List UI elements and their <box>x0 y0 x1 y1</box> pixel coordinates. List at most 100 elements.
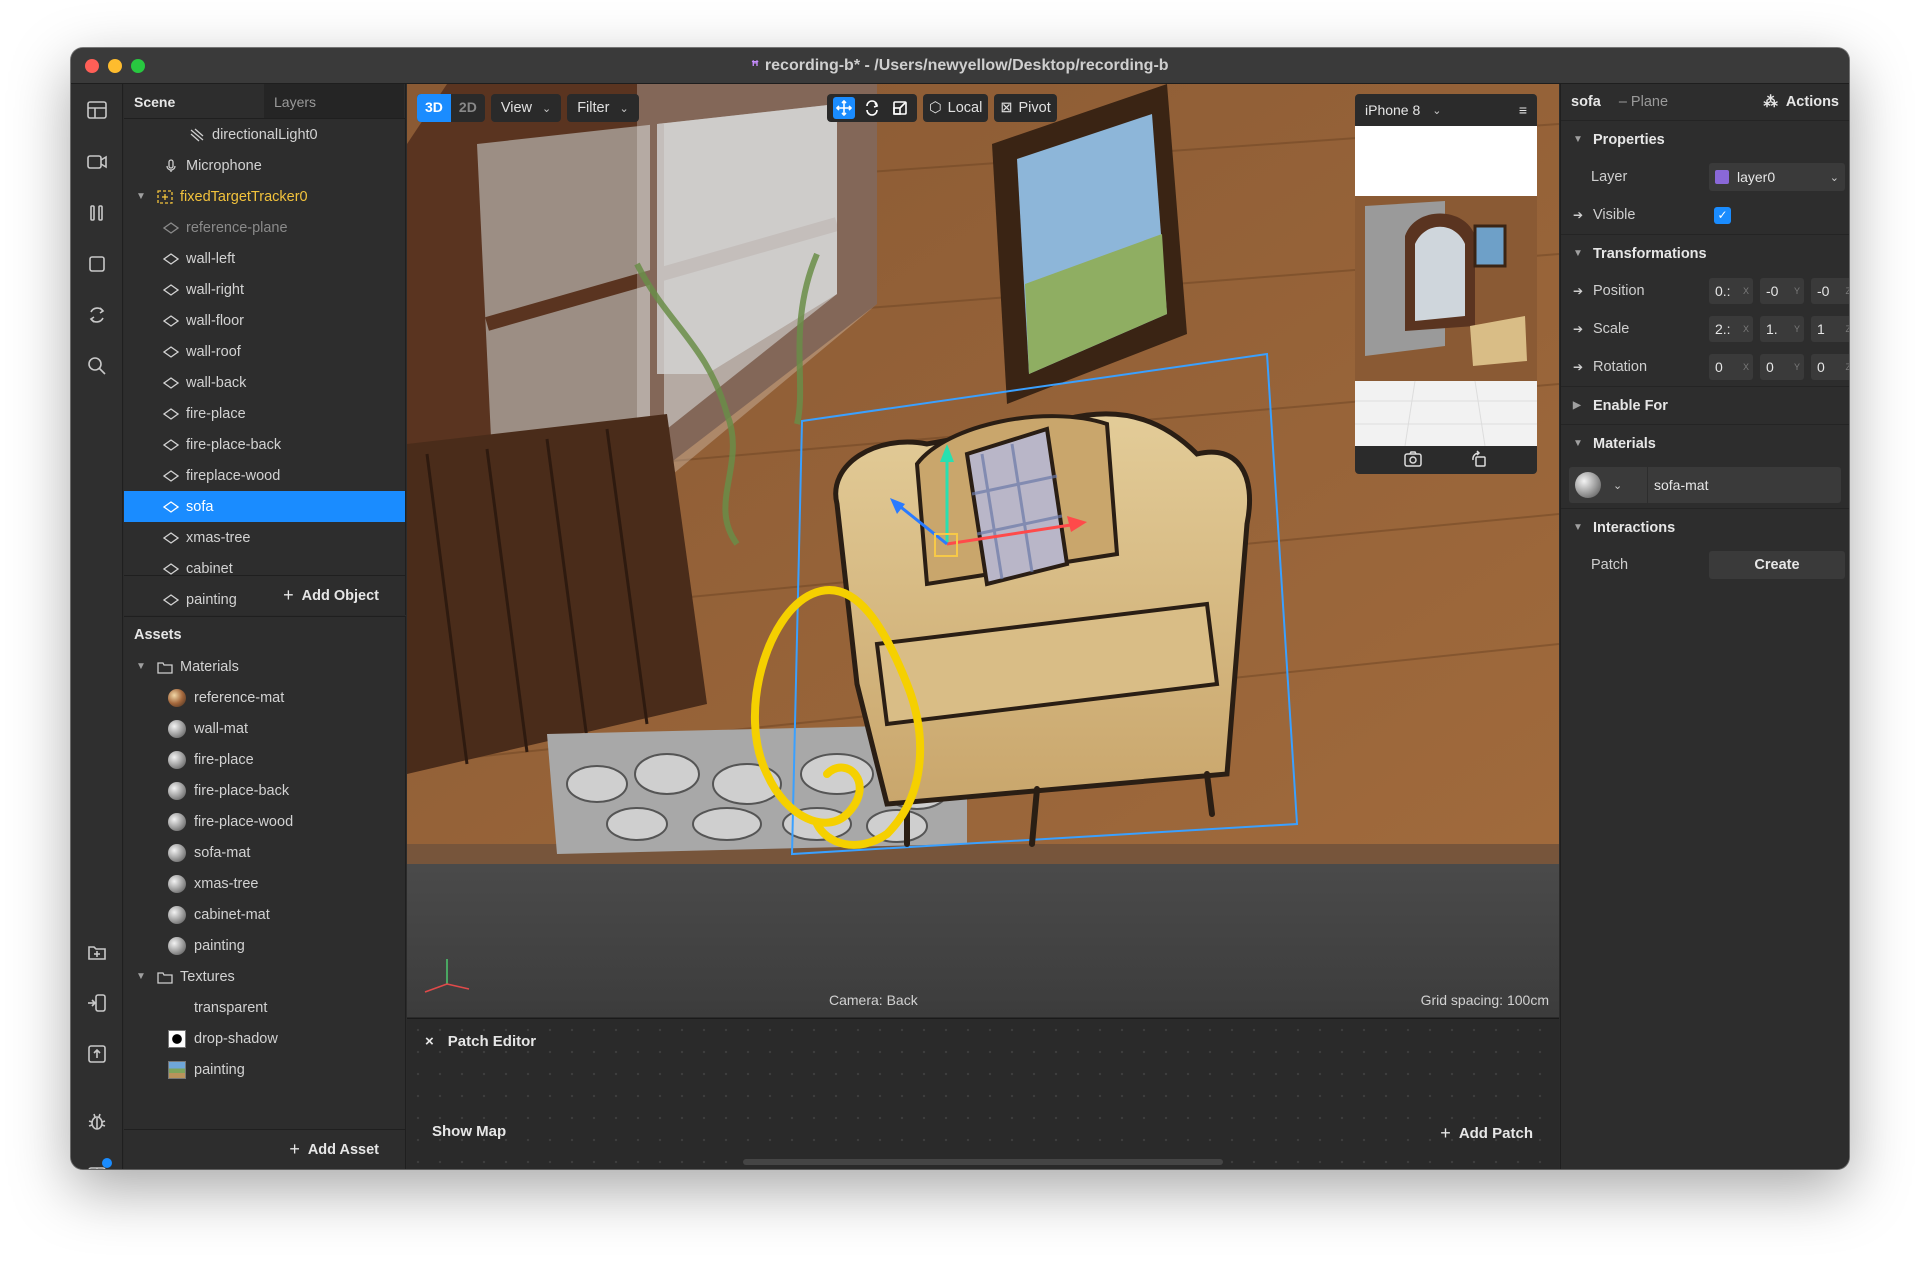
filter-dropdown[interactable]: Filter ⌄ <box>567 94 639 122</box>
scene-item-fireplace-wood[interactable]: fireplace-wood <box>124 460 405 491</box>
section-enable-for[interactable]: ▶ Enable For <box>1561 386 1849 424</box>
add-patch-button[interactable]: + Add Patch <box>1440 1123 1533 1144</box>
asset-item-reference-mat[interactable]: reference-mat <box>124 682 405 713</box>
close-window-button[interactable] <box>85 59 99 73</box>
close-icon[interactable]: × <box>425 1033 434 1050</box>
arrow-right-icon[interactable]: ➔ <box>1573 284 1583 298</box>
mode-3d-button[interactable]: 3D <box>417 94 451 122</box>
maximize-window-button[interactable] <box>131 59 145 73</box>
material-name-field[interactable]: sofa-mat <box>1647 467 1841 503</box>
move-tool-icon[interactable] <box>833 97 855 119</box>
add-file-icon[interactable] <box>85 940 109 964</box>
actions-button[interactable]: ⁂ Actions <box>1763 94 1839 110</box>
pause-icon[interactable] <box>85 201 109 225</box>
asset-item-Materials[interactable]: ▼ Materials <box>124 651 405 682</box>
expand-triangle-icon[interactable]: ▼ <box>136 191 146 202</box>
video-icon[interactable] <box>85 150 109 174</box>
asset-item-painting[interactable]: painting <box>124 930 405 961</box>
screenshot-icon[interactable] <box>1403 450 1423 471</box>
visible-checkbox[interactable]: ✓ <box>1714 206 1731 224</box>
arrow-right-icon[interactable]: ➔ <box>1573 208 1583 222</box>
asset-item-cabinet-mat[interactable]: cabinet-mat <box>124 899 405 930</box>
scene-item-xmas-tree[interactable]: xmas-tree <box>124 522 405 553</box>
upload-icon[interactable] <box>85 1042 109 1066</box>
section-interactions-title: Interactions <box>1593 519 1676 536</box>
scale-tool-icon[interactable] <box>889 97 911 119</box>
expand-triangle-icon[interactable]: ▼ <box>136 971 146 982</box>
scene-item-wall-back[interactable]: wall-back <box>124 367 405 398</box>
pivot-toggle[interactable]: ⊠ Pivot <box>994 94 1057 122</box>
device-import-icon[interactable] <box>85 991 109 1015</box>
asset-item-fire-place-back[interactable]: fire-place-back <box>124 775 405 806</box>
section-transformations[interactable]: ▼ Transformations <box>1561 234 1849 272</box>
layer-select[interactable]: layer0 ⌄ <box>1709 163 1845 191</box>
layout-icon[interactable] <box>85 98 109 122</box>
asset-item-xmas-tree[interactable]: xmas-tree <box>124 868 405 899</box>
scale-z-field[interactable]: 1Z <box>1811 316 1849 342</box>
position-z-field[interactable]: -0 Z <box>1811 278 1849 304</box>
expand-triangle-icon[interactable]: ▼ <box>136 661 146 672</box>
minimize-window-button[interactable] <box>108 59 122 73</box>
device-selector[interactable]: iPhone 8 ⌄ ≡ <box>1355 94 1537 126</box>
view-dropdown[interactable]: View ⌄ <box>490 94 562 122</box>
create-patch-button[interactable]: Create <box>1709 551 1845 579</box>
add-asset-label: Add Asset <box>307 1141 379 1158</box>
axis-x-label: X <box>1742 324 1749 334</box>
rotate-device-icon[interactable] <box>1469 449 1489 471</box>
material-picker[interactable]: ⌄ <box>1569 467 1647 503</box>
stop-icon[interactable] <box>85 252 109 276</box>
scene-item-sofa[interactable]: sofa <box>124 491 405 522</box>
add-object-button[interactable]: + Add Object <box>124 575 405 615</box>
scene-item-wall-right[interactable]: wall-right <box>124 274 405 305</box>
preview-controls <box>1355 446 1537 474</box>
assets-panel: Assets ▼ Materials reference-mat wall-mat fi… <box>124 616 406 1169</box>
scene-item-fixedTargetTracker0[interactable]: ▼ fixedTargetTracker0 <box>124 181 405 212</box>
refresh-icon[interactable] <box>85 303 109 327</box>
position-x-field[interactable]: 0.: X <box>1709 278 1753 304</box>
scene-viewport[interactable]: 3D 2D View ⌄ Filter ⌄ ⬡ Local ⊠ Pivot iP… <box>407 84 1559 1017</box>
rotation-y-field[interactable]: 0Y <box>1760 354 1804 380</box>
asset-item-sofa-mat[interactable]: sofa-mat <box>124 837 405 868</box>
rotate-tool-icon[interactable] <box>861 97 883 119</box>
scene-item-wall-roof[interactable]: wall-roof <box>124 336 405 367</box>
cube-icon: ⬡ <box>929 100 942 116</box>
bug-icon[interactable] <box>85 1110 109 1134</box>
plane-icon <box>162 252 180 266</box>
asset-item-wall-mat[interactable]: wall-mat <box>124 713 405 744</box>
menu-icon[interactable]: ≡ <box>1519 102 1527 118</box>
scene-item-wall-left[interactable]: wall-left <box>124 243 405 274</box>
arrow-right-icon[interactable]: ➔ <box>1573 322 1583 336</box>
patch-editor[interactable]: × Patch Editor Show Map + Add Patch <box>407 1018 1559 1169</box>
scene-item-fire-place[interactable]: fire-place <box>124 398 405 429</box>
asset-item-painting[interactable]: painting <box>124 1054 405 1085</box>
tab-scene[interactable]: Scene <box>124 84 264 118</box>
rotation-x-field[interactable]: 0X <box>1709 354 1753 380</box>
scale-x-field[interactable]: 2.: X <box>1709 316 1753 342</box>
tab-layers[interactable]: Layers <box>264 84 404 118</box>
position-y-field[interactable]: -0 Y <box>1760 278 1804 304</box>
search-icon[interactable] <box>85 354 109 378</box>
asset-item-Textures[interactable]: ▼ Textures <box>124 961 405 992</box>
asset-item-drop-shadow[interactable]: drop-shadow <box>124 1023 405 1054</box>
asset-item-fire-place-wood[interactable]: fire-place-wood <box>124 806 405 837</box>
section-interactions[interactable]: ▼ Interactions <box>1561 508 1849 546</box>
section-properties[interactable]: ▼ Properties <box>1561 120 1849 158</box>
scene-item-directionalLight0[interactable]: directionalLight0 <box>124 119 405 150</box>
scale-y-field[interactable]: 1. Y <box>1760 316 1804 342</box>
horizontal-scrollbar[interactable] <box>743 1159 1223 1165</box>
section-materials[interactable]: ▼ Materials <box>1561 424 1849 462</box>
add-asset-button[interactable]: + Add Asset <box>124 1129 405 1169</box>
arrow-right-icon[interactable]: ➔ <box>1573 360 1583 374</box>
asset-item-fire-place[interactable]: fire-place <box>124 744 405 775</box>
asset-item-transparent[interactable]: transparent <box>124 992 405 1023</box>
mode-2d-button[interactable]: 2D <box>451 94 485 122</box>
scene-item-fire-place-back[interactable]: fire-place-back <box>124 429 405 460</box>
scene-item-wall-floor[interactable]: wall-floor <box>124 305 405 336</box>
scene-item-reference-plane[interactable]: reference-plane <box>124 212 405 243</box>
library-icon[interactable] <box>85 1158 112 1169</box>
layer-row: Layer layer0 ⌄ <box>1561 158 1849 196</box>
scene-item-Microphone[interactable]: Microphone <box>124 150 405 181</box>
show-map-button[interactable]: Show Map <box>432 1123 506 1140</box>
local-toggle[interactable]: ⬡ Local <box>923 94 989 122</box>
rotation-z-field[interactable]: 0Z <box>1811 354 1849 380</box>
